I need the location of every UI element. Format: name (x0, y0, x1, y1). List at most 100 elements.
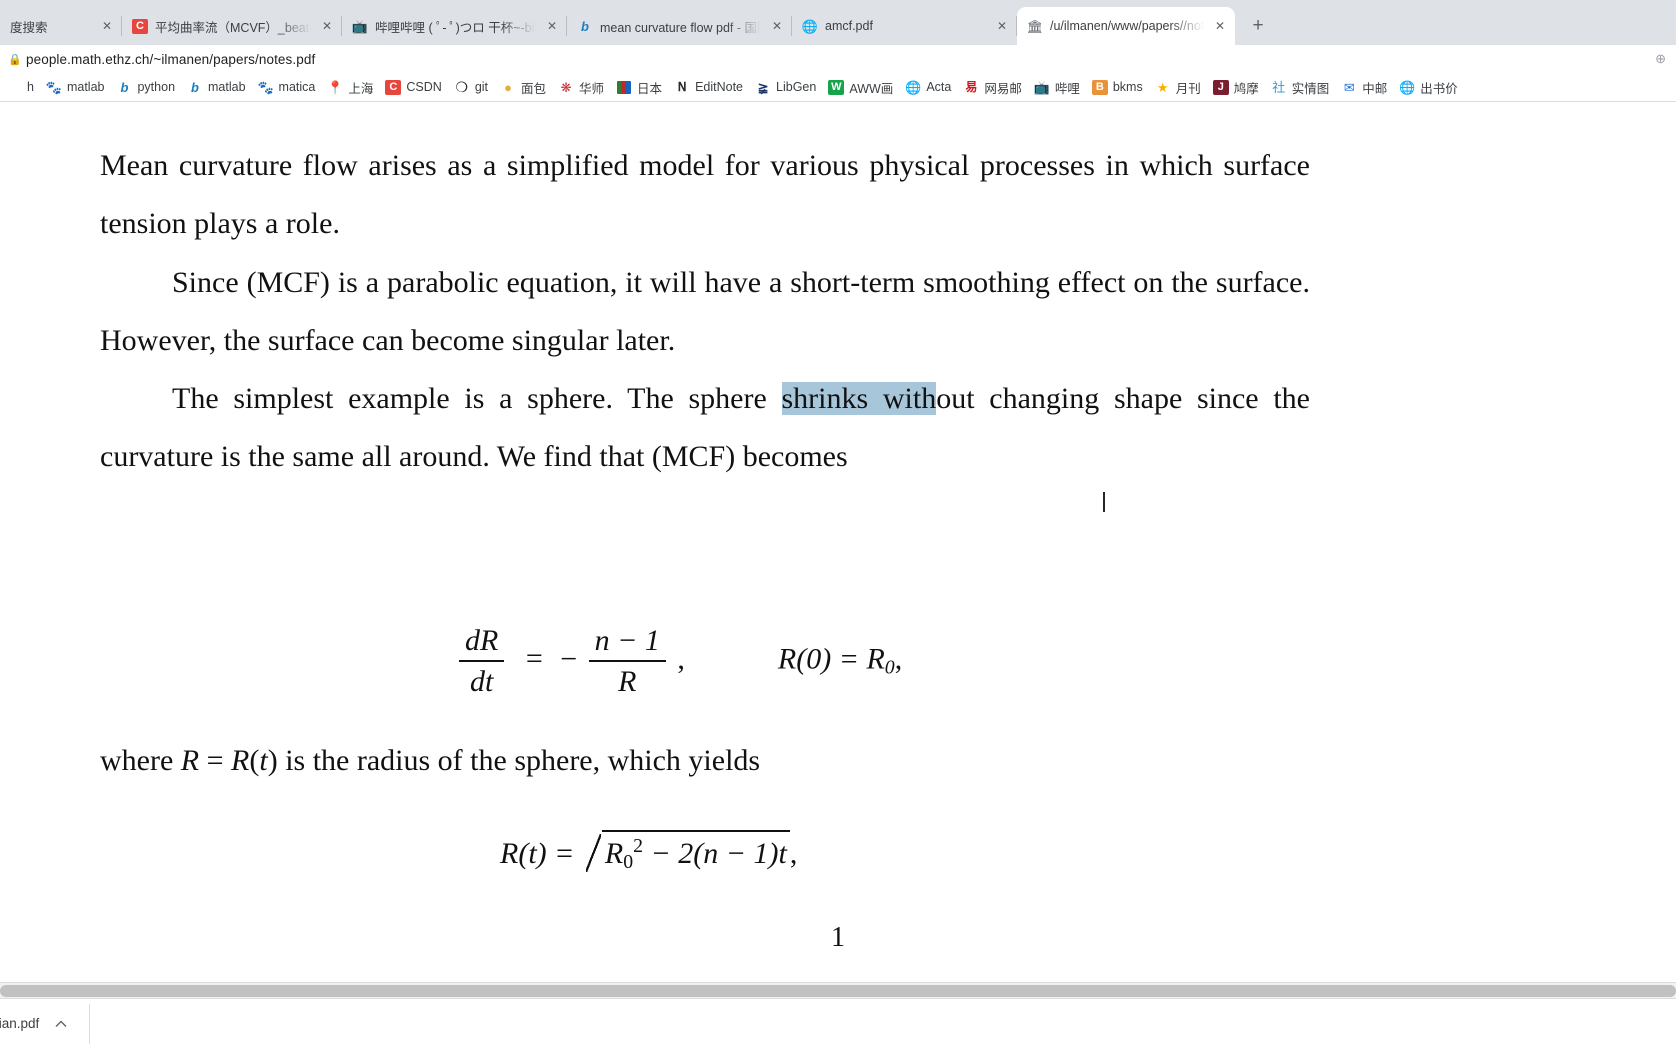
bookmark-label: 鸠摩 (1233, 81, 1259, 96)
horizontal-scrollbar-thumb[interactable] (0, 985, 1676, 997)
bookmark-item[interactable]: ≩ LibGen (749, 75, 822, 99)
equation-1-fraction-lhs: dR dt (459, 624, 505, 699)
paragraph-3: The simplest example is a sphere. The sp… (100, 370, 1310, 486)
bookmark-item[interactable]: 🐾 matlab (40, 75, 111, 99)
tab-0[interactable]: 度搜索 ✕ (0, 7, 122, 45)
tab-3[interactable]: b mean curvature flow pdf - 国际 ✕ (567, 7, 792, 45)
tab-close-icon[interactable]: ✕ (993, 17, 1011, 35)
bookmark-label: 中邮 (1362, 81, 1388, 96)
bookmark-item[interactable]: ★ 月刊 (1149, 75, 1207, 99)
bookmark-label: git (474, 80, 489, 94)
tab-title: mean curvature flow pdf - 国际 (600, 20, 761, 35)
bookmark-label: LibGen (776, 80, 817, 94)
omnibox-right-icon[interactable]: ⊕ (1655, 51, 1666, 67)
globe-icon: 🌐 (905, 79, 922, 95)
page-number: 1 (831, 922, 845, 953)
bookmark-item[interactable]: 社实情图 (1265, 75, 1336, 99)
bookmark-item[interactable]: h (0, 75, 40, 99)
bookmark-label: CSDN (406, 80, 442, 94)
github-icon: ❍ (455, 79, 469, 95)
tab-title: 平均曲率流（MCVF）_beatbea (155, 20, 311, 35)
bookmark-item[interactable]: Bbkms (1086, 75, 1149, 99)
download-filename: cian.pdf (0, 1016, 40, 1031)
shiqing-icon: 社 (1272, 79, 1286, 95)
eq2-radicand-rest: − 2(n − 1)t (643, 836, 787, 870)
eq1-equals: = (525, 642, 543, 676)
tab-close-icon[interactable]: ✕ (318, 17, 336, 35)
bookmark-item[interactable]: 🌐 Acta (899, 75, 957, 99)
csdn-icon: C (385, 79, 402, 95)
baidu-icon (6, 79, 22, 95)
bookmark-item[interactable]: W AWW画 (822, 75, 899, 99)
eq1-minus: − (560, 642, 578, 676)
bookmark-label: h (27, 80, 34, 94)
eq1-initial-comma: , (894, 642, 903, 676)
paragraph-1: Mean curvature flow arises as a simplifi… (100, 149, 1310, 240)
bookmark-label: AWW画 (849, 81, 894, 96)
eq2-radicand: R02 − 2(n − 1)t (601, 830, 790, 874)
tab-2[interactable]: 📺 哔哩哔哩 ( ﾟ- ﾟ)つロ 干杯~-bili ✕ (342, 7, 567, 45)
tab-1[interactable]: C 平均曲率流（MCVF）_beatbea ✕ (122, 7, 342, 45)
bkms-icon: B (1091, 79, 1108, 95)
chrome-icon: C (132, 18, 148, 34)
eq2-radicand-sub: 0 (623, 850, 634, 873)
tab-title: 哔哩哔哩 ( ﾟ- ﾟ)つロ 干杯~-bili (375, 20, 536, 35)
editnote-icon: ꓠ (674, 79, 691, 95)
eq2-lhs: R(t) = (500, 836, 575, 870)
bookmark-label: Acta (926, 80, 952, 94)
browser-window: 度搜索 ✕ C 平均曲率流（MCVF）_beatbea ✕ 📺 哔哩哔哩 ( ﾟ… (0, 0, 1676, 1048)
bookmark-item[interactable]: b matlab (181, 75, 252, 99)
url-text[interactable]: people.math.ethz.ch/~ilmanen/papers/note… (26, 52, 315, 67)
bank-icon: 🏛 (1027, 18, 1043, 34)
paragraph-4-math2: R (231, 744, 250, 777)
pdf-viewport[interactable]: Mean curvature flow arises as a simplifi… (0, 102, 1676, 998)
baidu-icon: 🐾 (257, 79, 274, 95)
bookmark-item[interactable]: 易网易邮 (957, 75, 1028, 99)
horizontal-scrollbar[interactable] (0, 982, 1676, 998)
new-tab-button[interactable]: + (1243, 11, 1273, 41)
eq2-radicand-sup: 2 (633, 835, 643, 857)
chevron-up-icon[interactable] (49, 1012, 73, 1036)
tab-close-icon[interactable]: ✕ (98, 17, 116, 35)
text-selection-highlight: shrinks with (781, 382, 937, 415)
bookmark-item[interactable]: 📺 哔哩 (1028, 75, 1086, 99)
bing-icon: b (191, 79, 199, 95)
bookmark-label: 日本 (637, 81, 663, 96)
bing-icon: b (581, 18, 589, 34)
bookmark-item[interactable]: 🌐 出书价 (1393, 75, 1464, 99)
download-item[interactable]: cian.pdf (0, 1004, 77, 1044)
bookmark-item[interactable]: ❍ git (448, 75, 494, 99)
bookmark-item[interactable]: ꓠ EditNote (668, 75, 749, 99)
tab-title: 度搜索 (10, 20, 48, 35)
bookmark-item[interactable]: ❋ 华师 (552, 75, 610, 99)
bookmark-item[interactable]: J 鸠摩 (1207, 75, 1265, 99)
bilibili-icon: 📺 (1033, 79, 1050, 95)
bing-icon: b (120, 79, 129, 95)
address-bar[interactable]: 🔒 people.math.ethz.ch/~ilmanen/papers/no… (0, 45, 1676, 73)
tab-4[interactable]: 🌐 amcf.pdf ✕ (792, 7, 1017, 45)
bookmark-item[interactable]: b python (110, 75, 181, 99)
bookmark-item[interactable]: ● 面包 (494, 75, 552, 99)
download-shelf-divider (89, 1003, 91, 1044)
libgen-icon: ≩ (757, 79, 769, 95)
tab-title: /u/ilmanen/www/papers//not (1050, 19, 1204, 33)
text-caret (1103, 492, 1105, 512)
tab-close-icon[interactable]: ✕ (1211, 17, 1229, 35)
eq1-rhs-denominator: R (588, 660, 666, 699)
bookmark-item[interactable]: 日本 (610, 75, 668, 99)
bookmark-item[interactable]: 🐾 matica (252, 75, 322, 99)
huashi-icon: ❋ (560, 79, 572, 95)
bookmark-label: 面包 (521, 81, 547, 96)
bookmark-item[interactable]: C CSDN (379, 75, 447, 99)
eq1-comma: , (677, 642, 685, 676)
tab-close-icon[interactable]: ✕ (543, 17, 561, 35)
eq1-initial-subscript: 0 (884, 656, 895, 679)
lock-icon: 🔒 (8, 53, 22, 66)
tab-5-active[interactable]: 🏛 /u/ilmanen/www/papers//not ✕ (1017, 7, 1235, 45)
eq1-rhs-numerator: n − 1 (594, 624, 660, 657)
mail-icon: ✉ (1343, 79, 1355, 95)
tab-title: amcf.pdf (825, 19, 873, 33)
tab-close-icon[interactable]: ✕ (768, 17, 786, 35)
bookmark-item[interactable]: 📍 上海 (321, 75, 379, 99)
bookmark-item[interactable]: ✉ 中邮 (1335, 75, 1393, 99)
